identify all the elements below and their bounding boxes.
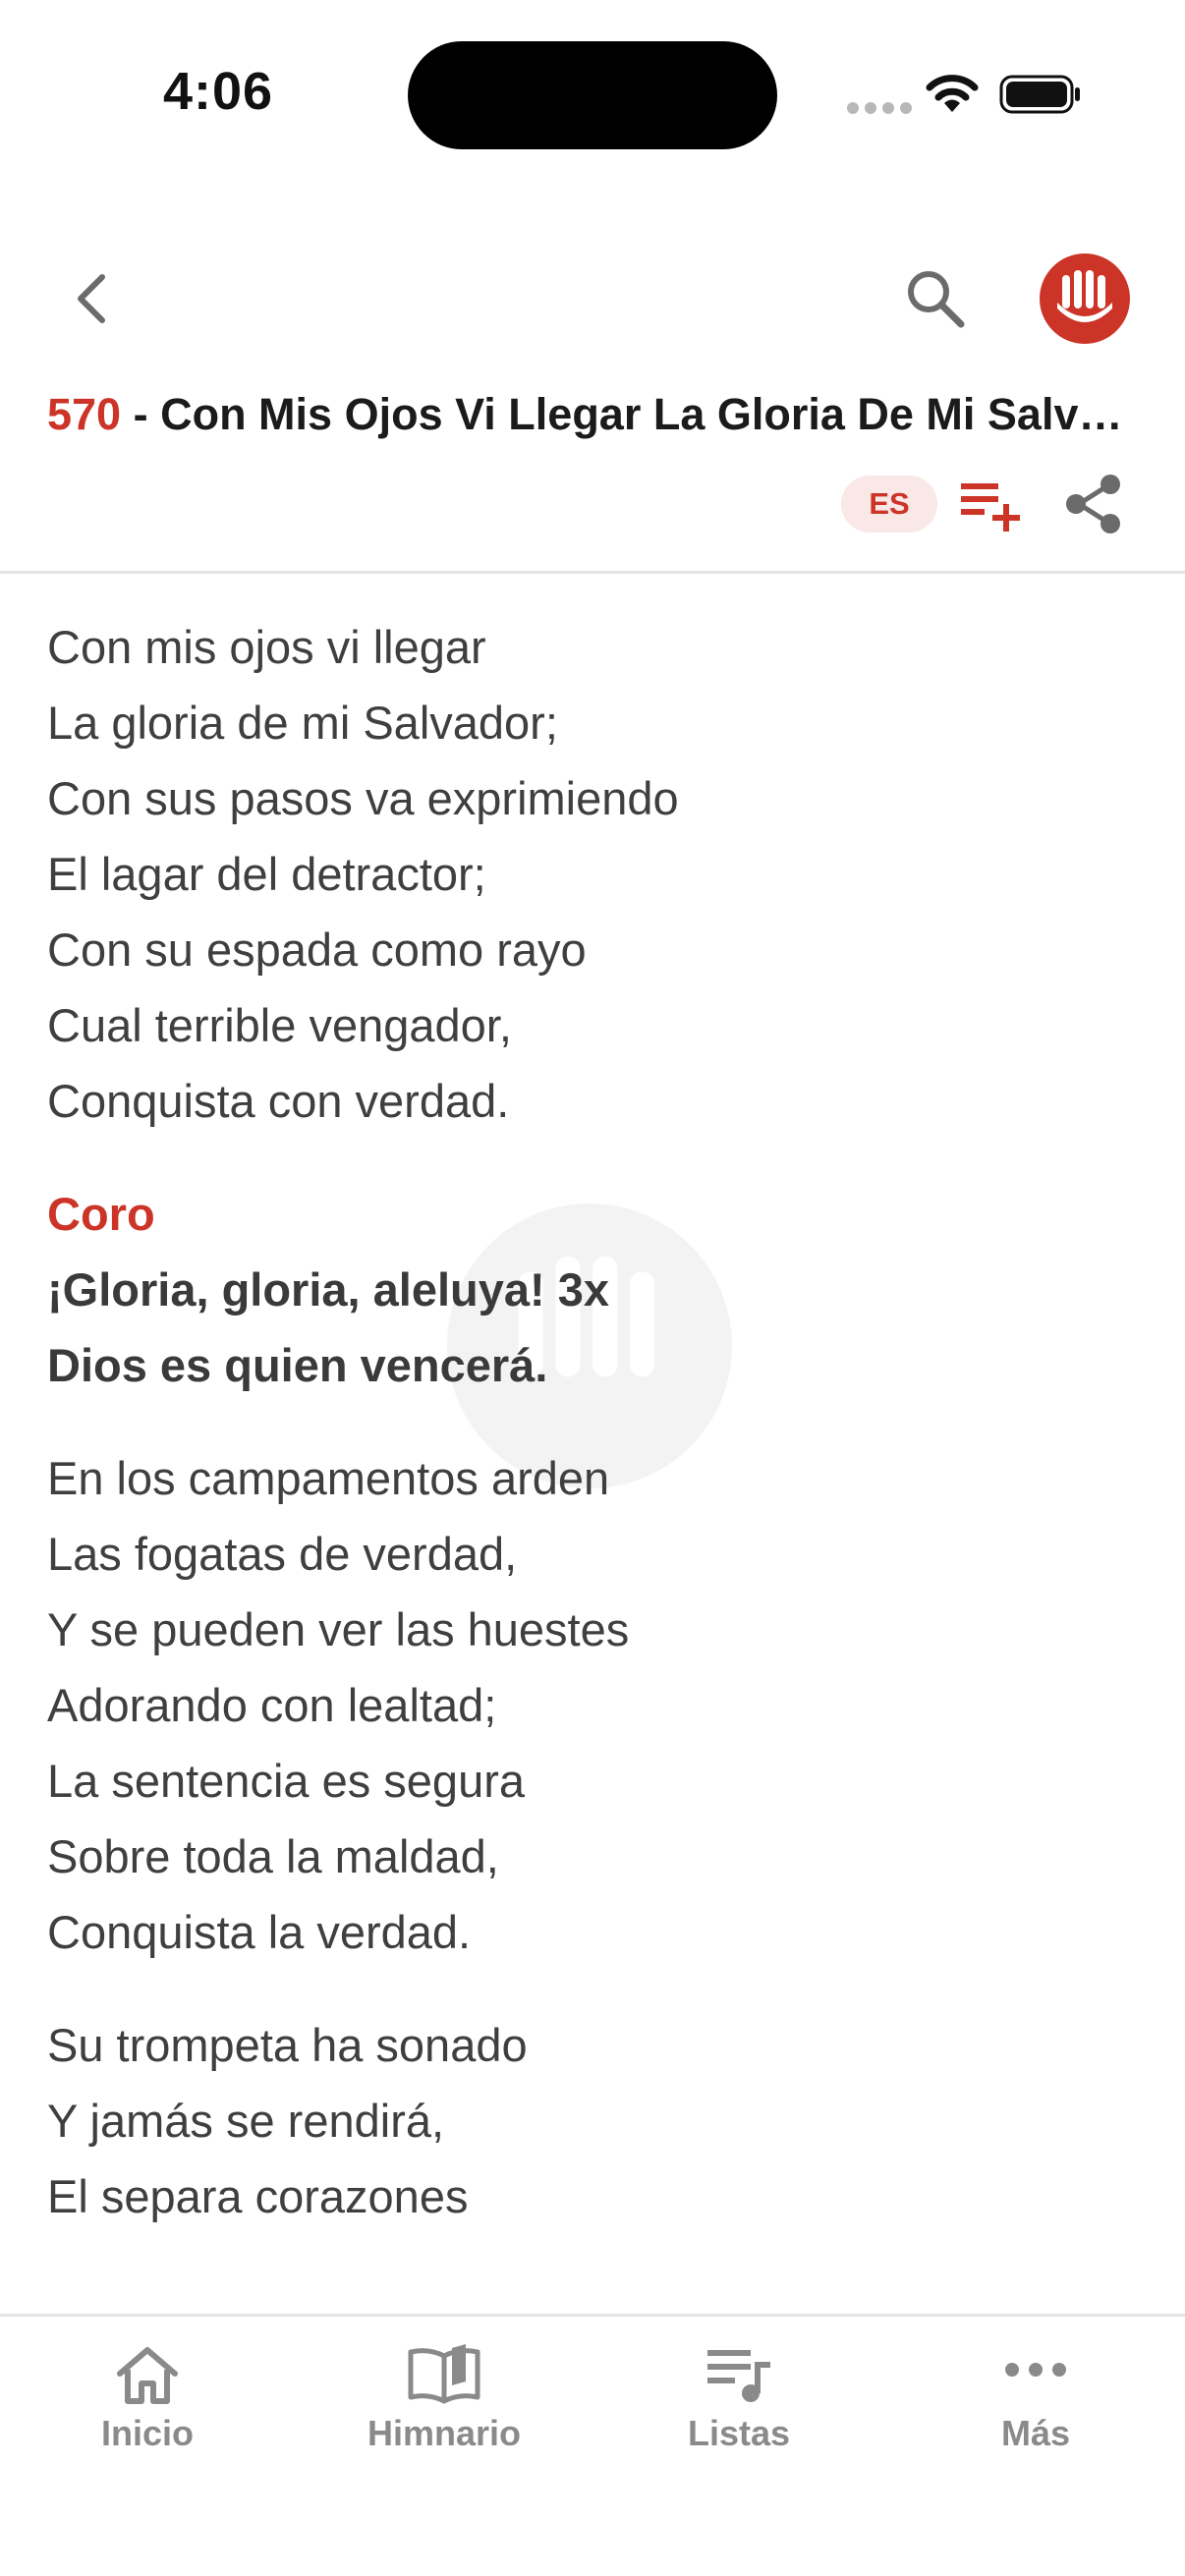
status-time: 4:06 <box>163 62 274 121</box>
playlist-add-icon <box>961 483 1020 532</box>
lyric-line: El separa corazones <box>47 2170 469 2222</box>
playlist-icon <box>707 2350 770 2402</box>
lyric-line: Con su espada como rayo <box>47 924 587 976</box>
chevron-left-icon <box>78 274 105 323</box>
lyric-line: Sobre toda la maldad, <box>47 1830 499 1882</box>
chorus-line: Dios es quien vencerá. <box>47 1339 548 1391</box>
song-number: 570 <box>47 389 122 439</box>
lyric-line: Con sus pasos va exprimiendo <box>47 772 679 824</box>
tab-label: Más <box>1000 2413 1071 2453</box>
stanza-2: En los campamentos arden Las fogatas de … <box>47 1440 1138 1970</box>
tab-bar: Inicio Himnario Listas Más <box>0 2317 1185 2576</box>
lyric-line: Con mis ojos vi llegar <box>47 621 486 673</box>
search-icon <box>908 271 965 328</box>
add-to-list-button[interactable] <box>959 476 1022 534</box>
lyric-line: La gloria de mi Salvador; <box>47 697 558 749</box>
lyric-line: Conquista con verdad. <box>47 1075 510 1127</box>
language-badge[interactable]: ES <box>841 476 937 532</box>
lyric-line: Su trompeta ha sonado <box>47 2019 528 2071</box>
lyric-line: Las fogatas de verdad, <box>47 1528 518 1580</box>
lyrics-content[interactable]: Con mis ojos vi llegar La gloria de mi S… <box>47 609 1138 2314</box>
song-title: 570 - Con Mis Ojos Vi Llegar La Gloria D… <box>47 389 1143 440</box>
cellular-signal-icon <box>847 101 918 119</box>
lyric-line: Cual terrible vengador, <box>47 999 512 1051</box>
back-button[interactable] <box>65 269 124 328</box>
lyric-line: Y se pueden ver las huestes <box>47 1603 630 1655</box>
chorus-line: ¡Gloria, gloria, aleluya! 3x <box>47 1263 610 1316</box>
chorus-label: Coro <box>47 1188 155 1240</box>
more-icon <box>1005 2363 1066 2377</box>
tab-label: Inicio <box>100 2413 194 2453</box>
lyric-line: Y jamás se rendirá, <box>47 2095 445 2147</box>
share-icon <box>1066 475 1120 533</box>
tab-inicio[interactable]: Inicio <box>0 2317 295 2484</box>
tab-label: Himnario <box>367 2413 522 2453</box>
header-divider <box>0 571 1185 574</box>
lyric-line: La sentencia es segura <box>47 1755 525 1807</box>
tab-listas[interactable]: Listas <box>592 2317 886 2484</box>
share-button[interactable] <box>1061 472 1126 536</box>
battery-icon <box>999 75 1080 114</box>
tab-mas[interactable]: Más <box>888 2317 1183 2484</box>
tab-label: Listas <box>687 2413 791 2453</box>
dynamic-island <box>408 41 777 149</box>
lyric-line: En los campamentos arden <box>47 1452 610 1504</box>
song-title-text: - Con Mis Ojos Vi Llegar La Gloria De Mi… <box>121 389 1143 439</box>
home-icon <box>117 2347 178 2404</box>
hand-logo-icon <box>1057 270 1112 322</box>
stanza-1: Con mis ojos vi llegar La gloria de mi S… <box>47 609 1138 1139</box>
book-icon <box>408 2344 480 2404</box>
stanza-3: Su trompeta ha sonado Y jamás se rendirá… <box>47 2007 1138 2234</box>
lyric-line: Adorando con lealtad; <box>47 1679 497 1731</box>
wifi-icon <box>926 75 979 112</box>
search-button[interactable] <box>902 265 971 334</box>
tab-himnario[interactable]: Himnario <box>297 2317 592 2484</box>
lyric-line: Conquista la verdad. <box>47 1906 472 1958</box>
status-bar: 4:06 <box>0 0 1185 187</box>
app-logo-button[interactable] <box>1040 253 1130 344</box>
lyric-line: El lagar del detractor; <box>47 848 486 900</box>
chorus: Coro ¡Gloria, gloria, aleluya! 3x Dios e… <box>47 1176 1138 1403</box>
